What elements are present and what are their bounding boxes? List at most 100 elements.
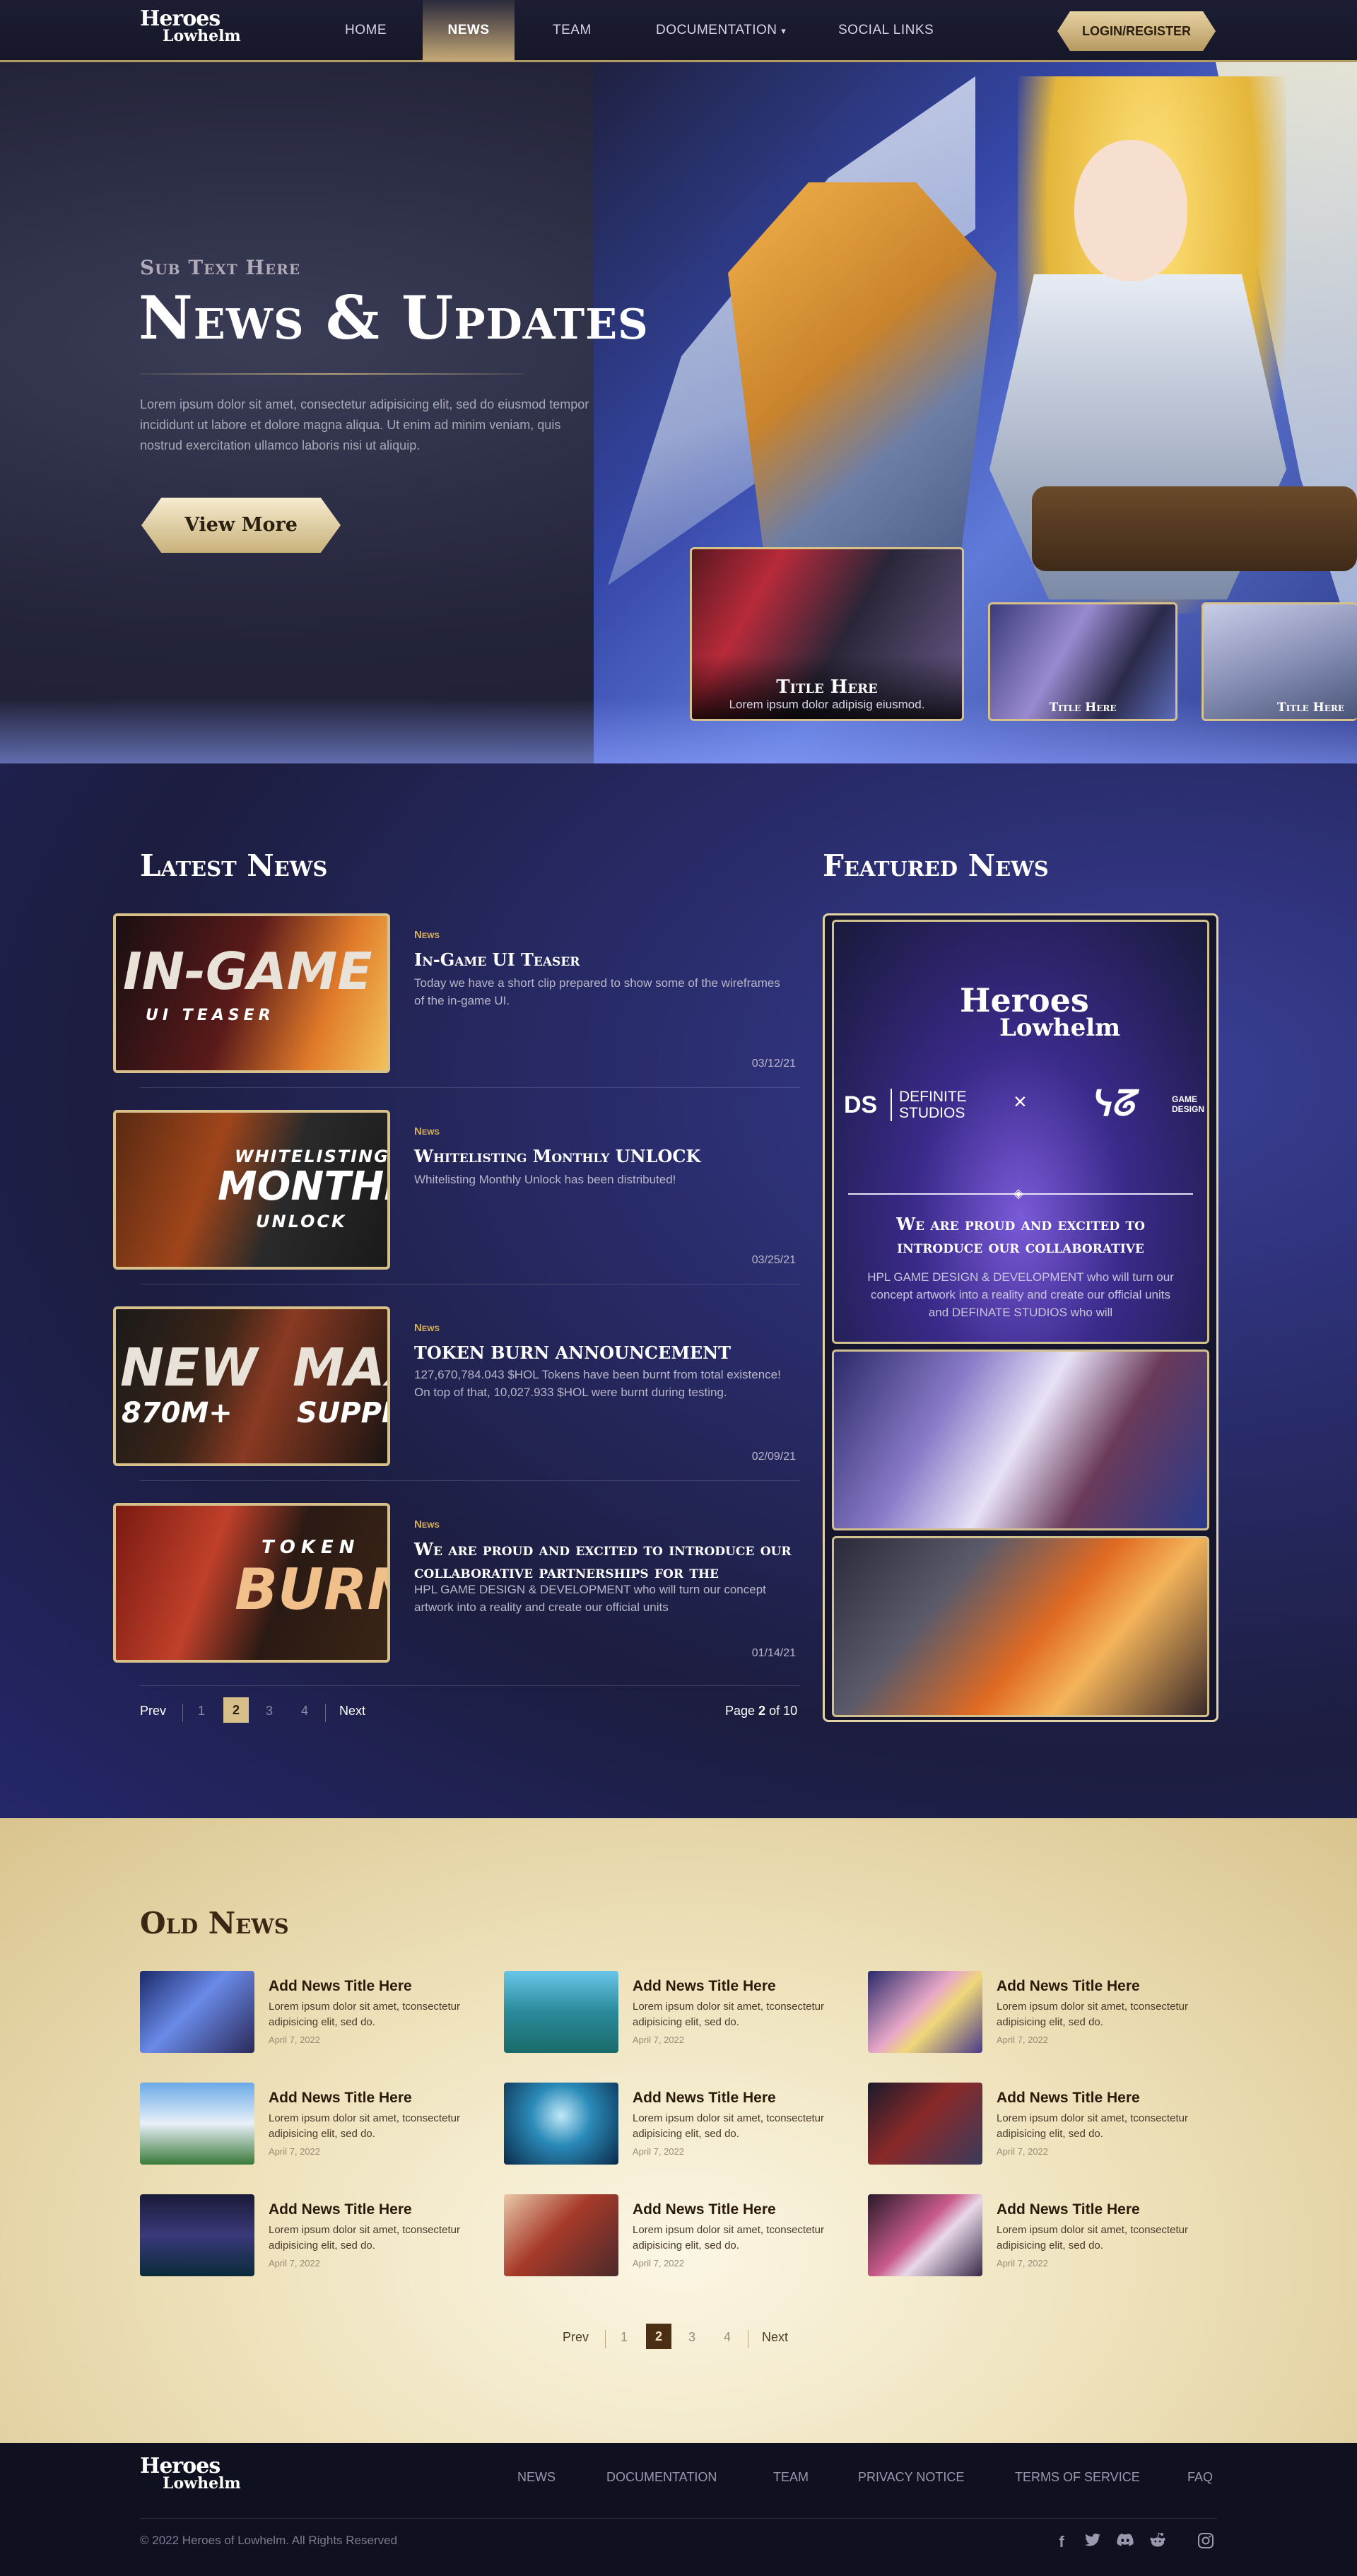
news-item-3-title[interactable]: TOKEN BURN ANNOUNCEMENT: [414, 1342, 796, 1364]
old-pager-page-1[interactable]: 1: [621, 2330, 628, 2345]
nav-social-links[interactable]: SOCIAL LINKS: [838, 0, 934, 61]
pager-prev[interactable]: Prev: [140, 1704, 166, 1719]
footer-link-faq[interactable]: FAQ: [1187, 2470, 1213, 2485]
old-news-item-6-desc: Lorem ipsum dolor sit amet, tconsectetur…: [997, 2112, 1188, 2140]
featured-headline[interactable]: We are proud and excited to introduce ou…: [862, 1213, 1179, 1258]
pager-status-current: 2: [758, 1704, 766, 1718]
footer-logo-line2: Lowhelm: [163, 2474, 241, 2493]
news-item-3-overlay-4: SUPPLY: [297, 1397, 387, 1429]
old-news-item-5[interactable]: Add News Title Here Lorem ipsum dolor si…: [504, 2083, 857, 2166]
definite-studios-mark: DS: [844, 1091, 878, 1118]
news-item-1-overlay-title: IN-GAME: [123, 942, 372, 1001]
featured-image-panel-2[interactable]: [832, 1536, 1209, 1717]
old-news-item-2-image[interactable]: [504, 1971, 618, 2053]
old-pager-page-2-current[interactable]: 2: [646, 2324, 671, 2349]
pager-page-4[interactable]: 4: [301, 1704, 308, 1719]
footer-link-documentation[interactable]: DOCUMENTATION: [606, 2470, 717, 2485]
news-item-4[interactable]: TOKEN BURN News We are proud and excited…: [113, 1503, 796, 1663]
pager-next[interactable]: Next: [339, 1704, 365, 1719]
news-item-4-image[interactable]: TOKEN BURN: [113, 1503, 390, 1663]
news-item-2[interactable]: WHITELISTING MONTHLY UNLOCK News Whiteli…: [113, 1110, 796, 1270]
news-item-2-image[interactable]: WHITELISTING MONTHLY UNLOCK: [113, 1110, 390, 1270]
news-item-2-title[interactable]: Whitelisting Monthly UNLOCK: [414, 1145, 796, 1168]
footer-link-privacy[interactable]: PRIVACY NOTICE: [858, 2470, 964, 2485]
footer-logo[interactable]: Heroes Lowhelm: [140, 2456, 241, 2504]
old-news-item-1-image[interactable]: [140, 1971, 254, 2053]
nav-news[interactable]: NEWS: [423, 0, 515, 61]
featured-main-panel[interactable]: Heroes Lowhelm DS DEFINITE STUDIOS × ᓭᘔ …: [832, 920, 1209, 1344]
old-news-item-8-title[interactable]: Add News Title Here: [633, 2201, 776, 2218]
login-register-button[interactable]: LOGIN/REGISTER: [1057, 11, 1216, 51]
nav-documentation[interactable]: DOCUMENTATION ▾: [656, 0, 786, 61]
old-news-item-6-date: April 7, 2022: [997, 2146, 1048, 2157]
news-item-4-overlay-2: BURN: [235, 1557, 387, 1622]
old-pager-separator: [605, 2330, 606, 2348]
old-news-item-3[interactable]: Add News Title Here Lorem ipsum dolor si…: [868, 1971, 1221, 2054]
old-news-item-9[interactable]: Add News Title Here Lorem ipsum dolor si…: [868, 2194, 1221, 2278]
old-news-item-3-title[interactable]: Add News Title Here: [997, 1978, 1140, 1995]
news-item-1-image[interactable]: IN-GAME UI TEASER: [113, 913, 390, 1073]
news-item-3-overlay-2: MAX: [293, 1337, 387, 1398]
nav-home[interactable]: HOME: [345, 0, 387, 61]
news-item-3[interactable]: NEW MAX 870M+ SUPPLY News TOKEN BURN ANN…: [113, 1306, 796, 1466]
news-item-4-desc: HPL GAME DESIGN & DEVELOPMENT who will t…: [414, 1583, 766, 1614]
definite-studios-text: DEFINITE STUDIOS: [891, 1089, 989, 1121]
old-news-item-1-title[interactable]: Add News Title Here: [269, 1978, 412, 1995]
old-news-item-7-image[interactable]: [140, 2194, 254, 2276]
footer-link-news[interactable]: NEWS: [517, 2470, 556, 2485]
old-news-item-6-image[interactable]: [868, 2083, 982, 2165]
featured-image-panel-1[interactable]: [832, 1350, 1209, 1530]
footer-link-team[interactable]: TEAM: [773, 2470, 809, 2485]
hero-thumb-3[interactable]: Title Here: [1202, 602, 1357, 721]
old-news-item-1-desc: Lorem ipsum dolor sit amet, tconsectetur…: [269, 2001, 460, 2028]
old-news-item-8[interactable]: Add News Title Here Lorem ipsum dolor si…: [504, 2194, 857, 2278]
pager-page-1[interactable]: 1: [198, 1704, 205, 1719]
news-item-3-image[interactable]: NEW MAX 870M+ SUPPLY: [113, 1306, 390, 1466]
hero-thumb-3-title: Title Here: [1276, 701, 1344, 715]
old-news-item-6-title[interactable]: Add News Title Here: [997, 2090, 1140, 2107]
old-news-item-5-title[interactable]: Add News Title Here: [633, 2090, 776, 2107]
old-news-item-7[interactable]: Add News Title Here Lorem ipsum dolor si…: [140, 2194, 493, 2278]
old-news-item-9-image[interactable]: [868, 2194, 982, 2276]
facebook-icon[interactable]: f: [1052, 2532, 1071, 2552]
old-pager-prev[interactable]: Prev: [563, 2330, 589, 2345]
old-news-item-4[interactable]: Add News Title Here Lorem ipsum dolor si…: [140, 2083, 493, 2166]
news-item-1-title[interactable]: In-Game UI Teaser: [414, 949, 796, 971]
pager-page-3[interactable]: 3: [266, 1704, 273, 1719]
news-item-4-title[interactable]: We are proud and excited to introduce ou…: [414, 1538, 796, 1583]
old-news-item-9-title[interactable]: Add News Title Here: [997, 2201, 1140, 2218]
instagram-icon[interactable]: [1196, 2532, 1216, 2552]
old-news-item-4-title[interactable]: Add News Title Here: [269, 2090, 412, 2107]
pager-page-2-current[interactable]: 2: [223, 1697, 249, 1723]
old-news-item-7-date: April 7, 2022: [269, 2258, 320, 2268]
news-item-1-date: 03/12/21: [751, 1058, 796, 1070]
latest-news-pager: Prev 1 2 3 4 Next Page 2 of 10: [140, 1697, 800, 1725]
hero-thumb-1[interactable]: Title Here Lorem ipsum dolor adipisig ei…: [690, 547, 964, 721]
reddit-icon[interactable]: [1148, 2532, 1168, 2552]
hero-thumb-2[interactable]: Title Here: [988, 602, 1177, 721]
old-news-item-3-image[interactable]: [868, 1971, 982, 2053]
old-news-item-2-desc: Lorem ipsum dolor sit amet, tconsectetur…: [633, 2001, 824, 2028]
nav-documentation-label: DOCUMENTATION: [656, 23, 777, 37]
old-news-item-4-image[interactable]: [140, 2083, 254, 2165]
old-pager-page-3[interactable]: 3: [688, 2330, 695, 2345]
old-news-item-5-image[interactable]: [504, 2083, 618, 2165]
old-news-item-2[interactable]: Add News Title Here Lorem ipsum dolor si…: [504, 1971, 857, 2054]
news-item-3-overlay-3: 870M+: [122, 1397, 233, 1429]
old-pager-page-4[interactable]: 4: [724, 2330, 731, 2345]
old-news-item-1[interactable]: Add News Title Here Lorem ipsum dolor si…: [140, 1971, 493, 2054]
news-item-1[interactable]: IN-GAME UI TEASER News In-Game UI Teaser…: [113, 913, 796, 1073]
twitter-icon[interactable]: [1083, 2532, 1103, 2552]
view-more-button[interactable]: View More: [141, 498, 341, 553]
old-news-item-6[interactable]: Add News Title Here Lorem ipsum dolor si…: [868, 2083, 1221, 2166]
footer-link-terms[interactable]: TERMS OF SERVICE: [1015, 2470, 1140, 2485]
news-divider: [140, 1685, 800, 1686]
discord-icon[interactable]: [1115, 2532, 1135, 2552]
old-pager-next[interactable]: Next: [762, 2330, 788, 2345]
featured-news-card[interactable]: Heroes Lowhelm DS DEFINITE STUDIOS × ᓭᘔ …: [823, 913, 1218, 1722]
site-logo[interactable]: Heroes Lowhelm: [140, 8, 241, 57]
nav-team[interactable]: TEAM: [553, 0, 592, 61]
old-news-item-7-title[interactable]: Add News Title Here: [269, 2201, 412, 2218]
old-news-item-8-image[interactable]: [504, 2194, 618, 2276]
old-news-item-2-title[interactable]: Add News Title Here: [633, 1978, 776, 1995]
